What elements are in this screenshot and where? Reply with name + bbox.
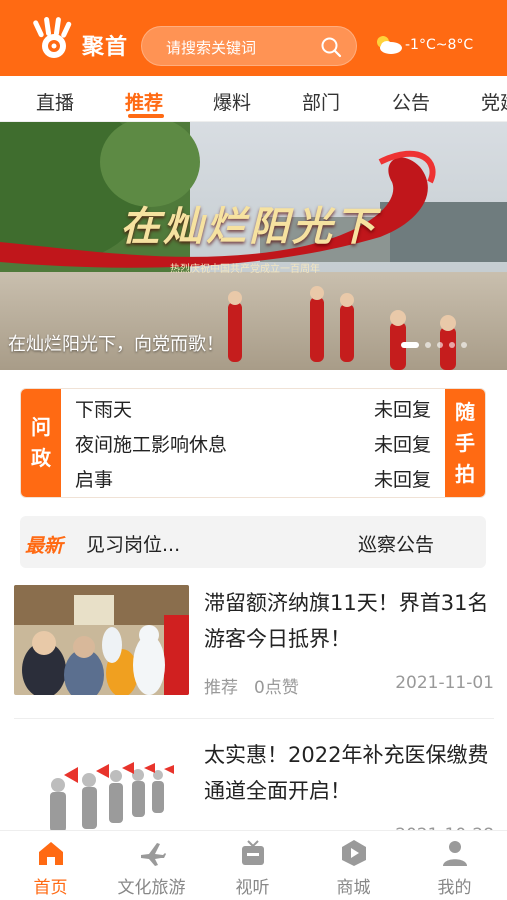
search-bar[interactable]: 请搜索关键词	[141, 26, 357, 66]
news-thumbnail	[14, 585, 189, 695]
nav-label: 视听	[235, 878, 270, 898]
tab-live[interactable]: 直播	[36, 88, 74, 115]
wenzheng-item[interactable]: 夜间施工影响休息 未回复	[75, 428, 431, 458]
tab-breaking[interactable]: 爆料	[213, 88, 251, 115]
wenzheng-item-title: 夜间施工影响休息	[75, 434, 228, 456]
app-logo-icon	[33, 16, 72, 58]
carousel-dot[interactable]	[437, 342, 443, 348]
wenzheng-item-status: 未回复	[373, 469, 431, 491]
search-icon[interactable]	[320, 36, 342, 58]
airplane-icon	[141, 843, 166, 866]
wenzheng-item[interactable]: 启事 未回复	[75, 463, 431, 493]
wenzheng-label-char: 政	[31, 446, 51, 470]
latest-tag: 最新	[25, 535, 64, 557]
carousel-dot[interactable]	[425, 342, 431, 348]
wenzheng-item[interactable]: 下雨天 未回复	[75, 393, 431, 423]
tab-announcements[interactable]: 公告	[392, 88, 430, 115]
snapshot-label-char: 手	[455, 430, 475, 455]
latest-headline[interactable]: 见习岗位...	[86, 530, 180, 557]
news-title: 太实惠！2022年补充医保缴费通道全面开启！	[204, 743, 489, 803]
user-icon	[443, 841, 467, 866]
news-title: 滞留额济纳旗11天！界首31名游客今日抵界！	[204, 591, 489, 651]
tv-icon	[242, 840, 264, 865]
category-tabs: 直播 推荐 爆料 部门 公告 党建	[0, 76, 507, 122]
nav-label: 首页	[33, 878, 68, 898]
nav-profile[interactable]: 我的	[404, 831, 505, 900]
nav-label: 商城	[336, 878, 371, 898]
play-badge-icon	[342, 840, 366, 866]
latest-notice-link[interactable]: 巡察公告	[358, 530, 434, 557]
nav-home[interactable]: 首页	[0, 831, 101, 900]
wenzheng-item-title: 启事	[75, 469, 114, 491]
active-tab-indicator	[128, 114, 164, 118]
snapshot-label-char: 拍	[455, 461, 475, 486]
wenzheng-button[interactable]: 问 政	[21, 389, 61, 497]
nav-label: 我的	[437, 878, 472, 898]
search-placeholder[interactable]: 请搜索关键词	[166, 37, 256, 58]
temperature-label: -1°C~8°C	[405, 37, 474, 53]
wenzheng-item-status: 未回复	[373, 399, 431, 421]
latest-bar: 最新 见习岗位... 巡察公告	[20, 516, 486, 568]
app-title: 聚首	[82, 35, 129, 60]
home-icon	[39, 842, 63, 865]
news-date: 2021-11-01	[395, 673, 494, 693]
nav-mall[interactable]: 商城	[303, 831, 404, 900]
wenzheng-panel: 问 政 下雨天 未回复 夜间施工影响休息 未回复 启事 未回复 随 手 拍	[20, 388, 486, 498]
news-item[interactable]: 滞留额济纳旗11天！界首31名游客今日抵界！ 推荐 0点赞 2021-11-01	[14, 585, 494, 715]
banner-caption: 在灿烂阳光下，向党而歌！	[8, 334, 224, 355]
news-category: 推荐	[204, 678, 238, 698]
wenzheng-label-char: 问	[31, 415, 51, 439]
wenzheng-item-title: 下雨天	[75, 399, 133, 421]
bottom-navigation: 首页 文化旅游 视听 商城 我的	[0, 830, 507, 900]
tab-recommend[interactable]: 推荐	[125, 88, 163, 115]
tab-departments[interactable]: 部门	[302, 88, 340, 115]
nav-label: 文化旅游	[117, 878, 186, 898]
nav-audiovisual[interactable]: 视听	[202, 831, 303, 900]
app-header: 聚首 请搜索关键词 -1°C~8°C	[0, 0, 507, 76]
snapshot-label-char: 随	[455, 399, 475, 424]
carousel-dot[interactable]	[401, 342, 419, 348]
banner-carousel[interactable]: 热烈庆祝中国共产党成立一百周年 在灿烂阳光下 在灿烂阳光下，向党而歌！	[0, 122, 507, 370]
wenzheng-item-status: 未回复	[373, 434, 431, 456]
svg-text:热烈庆祝中国共产党成立一百周年: 热烈庆祝中国共产党成立一百周年	[170, 262, 320, 275]
banner-headline: 在灿烂阳光下	[120, 203, 378, 250]
divider	[14, 718, 494, 719]
tab-party[interactable]: 党建	[481, 88, 507, 115]
carousel-indicator	[401, 342, 467, 348]
carousel-dot[interactable]	[461, 342, 467, 348]
news-likes: 0点赞	[254, 678, 299, 698]
snapshot-button[interactable]: 随 手 拍	[445, 389, 485, 497]
nav-culture-travel[interactable]: 文化旅游	[101, 831, 202, 900]
partly-cloudy-icon	[377, 36, 402, 54]
carousel-dot[interactable]	[449, 342, 455, 348]
